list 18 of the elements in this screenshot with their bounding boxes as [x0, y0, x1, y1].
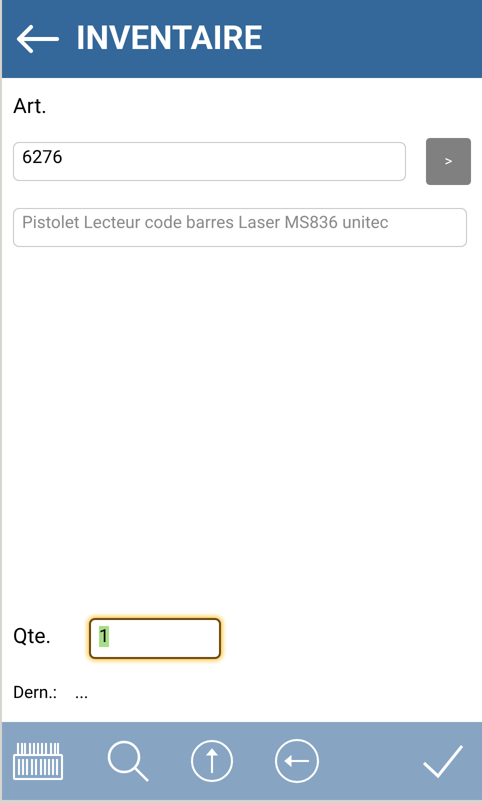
quantity-value: 1 [99, 626, 110, 646]
quantity-label: Qte. [13, 624, 52, 652]
up-arrow-button[interactable] [190, 739, 234, 783]
last-value: ... [74, 682, 88, 704]
barcode-icon [12, 741, 64, 781]
quantity-input[interactable]: 1 [89, 618, 221, 658]
check-button[interactable] [422, 743, 464, 779]
go-button[interactable]: > [426, 138, 471, 184]
check-icon [422, 743, 464, 779]
search-button[interactable] [106, 739, 150, 783]
search-icon [106, 739, 150, 783]
article-label: Art. [13, 94, 47, 121]
back-arrow-icon [15, 24, 59, 54]
last-label: Dern.: [13, 682, 57, 704]
barcode-button[interactable] [12, 741, 64, 781]
left-arrow-button[interactable] [274, 738, 320, 784]
page-title: INVENTAIRE [76, 18, 262, 60]
article-input[interactable]: 6276 [13, 142, 406, 180]
